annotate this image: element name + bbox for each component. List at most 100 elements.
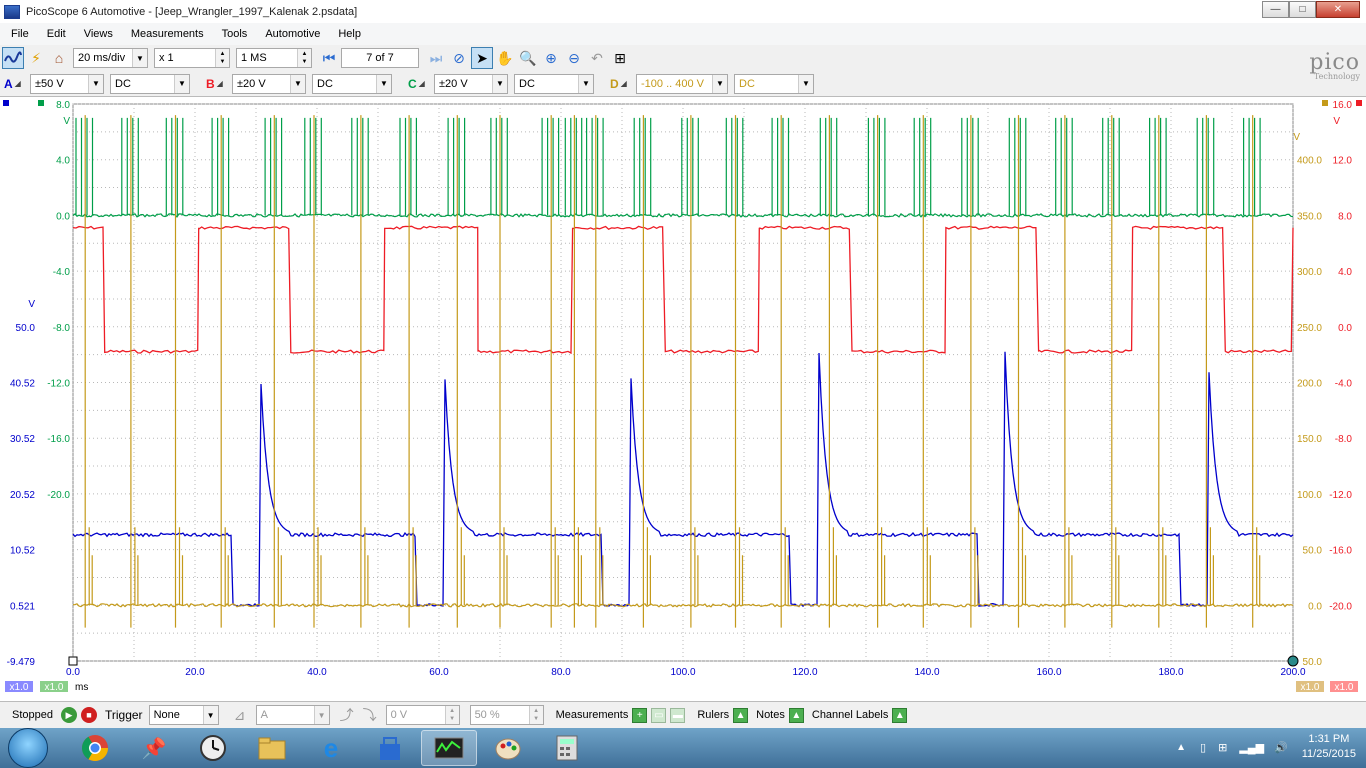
timebase-select[interactable]: 20 ms/div ▼: [73, 48, 148, 68]
network-icon[interactable]: ▂▄▆: [1239, 741, 1264, 754]
menu-automotive[interactable]: Automotive: [262, 26, 323, 42]
stop-button[interactable]: ■: [80, 707, 97, 723]
blue-axis-tick: 10.52: [10, 546, 35, 557]
buffer-navigator[interactable]: 7 of 7: [341, 48, 419, 68]
green-axis-tick: -4.0: [53, 267, 71, 278]
channel-labels-toggle[interactable]: ▲: [892, 707, 908, 723]
end-ruler-handle[interactable]: [1287, 655, 1299, 667]
channel-c-label[interactable]: C ◢: [408, 77, 434, 91]
blue-axis-tick: 30.52: [10, 434, 35, 445]
zoom-stepper[interactable]: x 1 ▲ ▼: [154, 48, 230, 68]
channel-c-coupling[interactable]: DC ▼: [514, 73, 594, 94]
channel-b-coupling[interactable]: DC ▼: [312, 73, 392, 94]
windows-taskbar: 📌 e ▲ ▯ ⊞ ▂▄▆ 🔊 1:31 PM 11/25/2015: [0, 728, 1366, 768]
pointer-icon[interactable]: ➤: [471, 47, 493, 69]
battery-icon[interactable]: ▯: [1200, 741, 1206, 754]
pre-trigger-stepper[interactable]: 50 % ▲ ▼: [469, 705, 544, 725]
channel-d-range[interactable]: -100 .. 400 V ▼: [636, 73, 728, 94]
scope-mode-icon[interactable]: [2, 47, 24, 69]
maximize-button[interactable]: □: [1289, 1, 1316, 18]
close-button[interactable]: ✕: [1316, 1, 1360, 18]
blue-axis-tick: 20.52: [10, 490, 35, 501]
rising-edge-icon[interactable]: ⤴: [336, 704, 358, 726]
channel-b-label[interactable]: B ◢: [206, 77, 232, 91]
buffer-value: 7 of 7: [366, 52, 394, 64]
lightning-icon[interactable]: ⚡: [25, 47, 47, 69]
blue-axis-tick: 0.521: [10, 601, 35, 612]
pico-logo: pico Technology: [1309, 50, 1360, 81]
chevron-down-icon: ▼: [202, 706, 218, 724]
x-axis-tick: 200.0: [1280, 667, 1305, 678]
menu-measurements[interactable]: Measurements: [128, 26, 207, 42]
clock-time: 1:31 PM: [1308, 733, 1350, 745]
chevron-down-icon: ▼: [313, 706, 329, 724]
last-buffer-icon[interactable]: ⏭: [425, 47, 447, 69]
start-ruler-handle[interactable]: [68, 656, 78, 666]
x-axis-tick: 100.0: [670, 667, 695, 678]
clock-icon[interactable]: [185, 730, 241, 766]
channel-d-marker: [1322, 100, 1328, 106]
start-button[interactable]: ▶: [60, 707, 77, 723]
trigger-level-stepper[interactable]: 0 V ▲ ▼: [385, 705, 460, 725]
rulers-toggle[interactable]: ▲: [733, 707, 749, 723]
first-buffer-icon[interactable]: ⏮: [318, 47, 340, 69]
menu-edit[interactable]: Edit: [44, 26, 69, 42]
compass-icon[interactable]: ⊘: [448, 47, 470, 69]
chrome-icon[interactable]: [67, 730, 123, 766]
gold-axis-tick: 400.0: [1297, 156, 1322, 167]
channel-a-range[interactable]: ±50 V ▼: [30, 73, 104, 94]
menu-views[interactable]: Views: [81, 26, 116, 42]
green-axis-tick: 8.0: [56, 100, 70, 111]
minimize-button[interactable]: —: [1262, 1, 1289, 18]
pin-icon[interactable]: 📌: [126, 730, 182, 766]
menu-tools[interactable]: Tools: [219, 26, 251, 42]
waveform-plot[interactable]: 8.0 4.0 0.0 -4.0 -8.0 -12.0 -16.0 -20.0 V 50.0 40.…: [0, 97, 1366, 700]
samples-stepper[interactable]: 1 MS ▲ ▼: [236, 48, 312, 68]
gold-axis-tick: 250.0: [1297, 323, 1322, 334]
zoom-out-icon[interactable]: ⊖: [563, 47, 585, 69]
falling-edge-icon[interactable]: ⤵: [359, 704, 381, 726]
trigger-edge-icon[interactable]: ⊿: [229, 704, 251, 726]
channel-b-range[interactable]: ±20 V ▼: [232, 73, 306, 94]
zoom-icon[interactable]: 🔍: [517, 47, 539, 69]
ie-icon[interactable]: e: [303, 730, 359, 766]
chevron-down-icon: ▼: [376, 74, 391, 93]
scope-view[interactable]: 8.0 4.0 0.0 -4.0 -8.0 -12.0 -16.0 -20.0 V 50.0 40.…: [0, 97, 1366, 700]
channel-b-marker: [1356, 100, 1362, 106]
menu-bar: File Edit Views Measurements Tools Autom…: [0, 23, 1366, 45]
paint-icon[interactable]: [480, 730, 536, 766]
menu-help[interactable]: Help: [335, 26, 364, 42]
edit-measurement-button[interactable]: ▭: [651, 707, 667, 723]
channel-a-coupling[interactable]: DC ▼: [110, 73, 190, 94]
gold-axis-tick: 150.0: [1297, 434, 1322, 445]
channel-d-coupling[interactable]: DC ▼: [734, 73, 814, 94]
zoom-in-icon[interactable]: ⊕: [540, 47, 562, 69]
clock-date: 11/25/2015: [1301, 748, 1356, 760]
show-hidden-icons-icon[interactable]: ▲: [1176, 742, 1186, 753]
menu-file[interactable]: File: [8, 26, 32, 42]
start-button[interactable]: [8, 728, 48, 768]
zoom-overview-icon[interactable]: ⊞: [609, 47, 631, 69]
windows-flag-icon[interactable]: ⊞: [1218, 741, 1227, 754]
calculator-icon[interactable]: [539, 730, 595, 766]
delete-measurement-button[interactable]: ▬: [670, 707, 686, 723]
channel-d-label[interactable]: D ◢: [610, 77, 636, 91]
undo-zoom-icon[interactable]: ↶: [586, 47, 608, 69]
picoscope-icon[interactable]: [421, 730, 477, 766]
clock[interactable]: 1:31 PM 11/25/2015: [1302, 732, 1356, 762]
app-icon[interactable]: [4, 4, 20, 19]
store-icon[interactable]: [362, 730, 418, 766]
volume-icon[interactable]: 🔊: [1274, 741, 1288, 754]
trigger-source-select[interactable]: A ▼: [255, 705, 330, 725]
hand-icon[interactable]: ✋: [494, 47, 516, 69]
green-axis-tick: -12.0: [47, 379, 70, 390]
trigger-mode-select[interactable]: None ▼: [148, 705, 219, 725]
channel-c-range[interactable]: ±20 V ▼: [434, 73, 508, 94]
notes-toggle[interactable]: ▲: [788, 707, 804, 723]
gold-axis-tick: 0.0: [1308, 601, 1322, 612]
home-icon[interactable]: ⌂: [48, 47, 70, 69]
folder-icon[interactable]: [244, 730, 300, 766]
add-measurement-button[interactable]: +: [632, 707, 648, 723]
chevron-down-icon: ▼: [132, 49, 147, 67]
channel-a-label[interactable]: A ◢: [4, 77, 30, 91]
